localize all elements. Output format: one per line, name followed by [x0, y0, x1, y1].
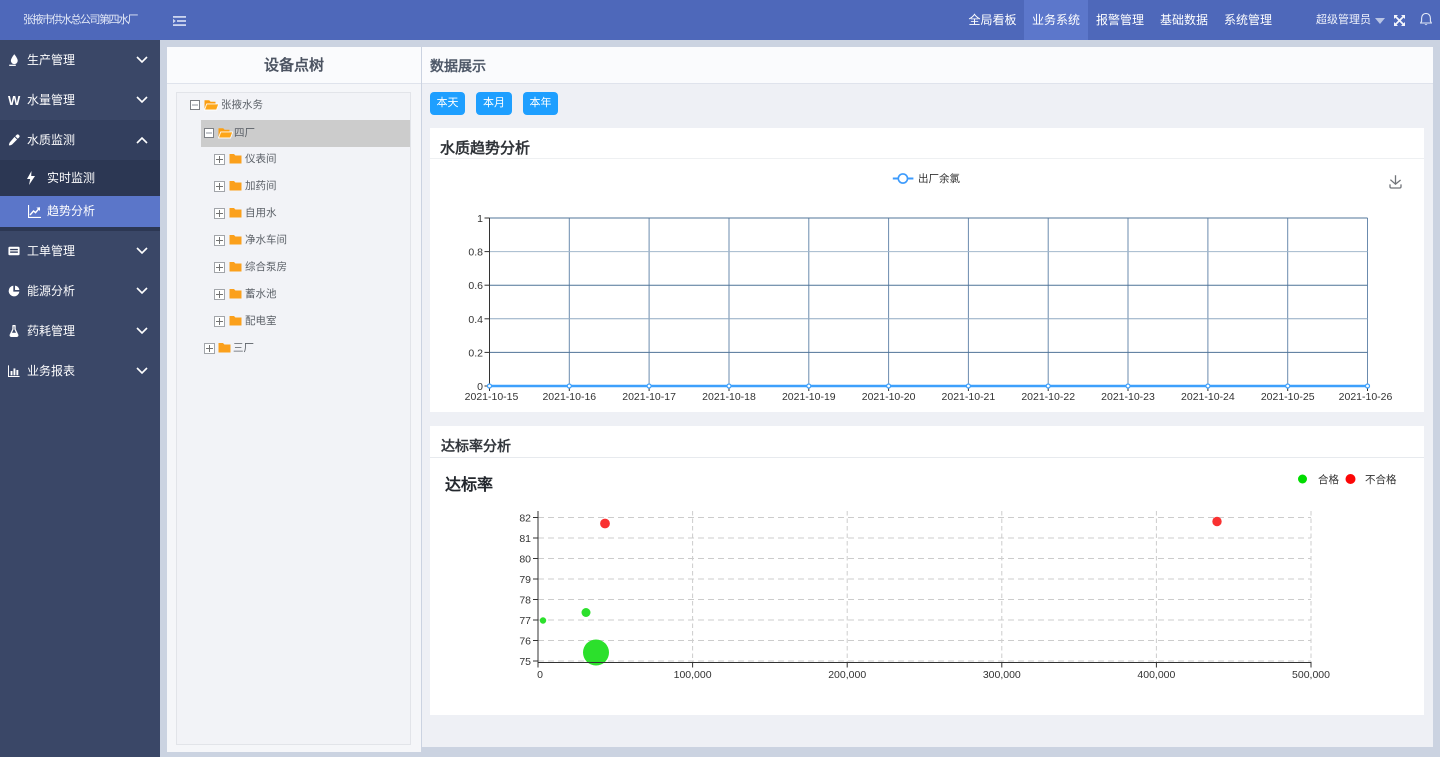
- svg-text:0.8: 0.8: [468, 247, 483, 259]
- svg-text:77: 77: [519, 615, 531, 627]
- svg-text:2021-10-26: 2021-10-26: [1339, 391, 1393, 403]
- svg-text:82: 82: [519, 512, 531, 524]
- svg-text:0.6: 0.6: [468, 280, 483, 292]
- svg-text:合格: 合格: [1318, 472, 1340, 485]
- svg-text:400,000: 400,000: [1137, 669, 1175, 681]
- svg-text:2021-10-22: 2021-10-22: [1021, 391, 1075, 403]
- svg-text:2021-10-23: 2021-10-23: [1101, 391, 1155, 403]
- svg-text:2021-10-25: 2021-10-25: [1261, 391, 1315, 403]
- svg-text:0.2: 0.2: [468, 347, 483, 359]
- svg-text:1: 1: [477, 213, 483, 225]
- svg-text:78: 78: [519, 594, 531, 606]
- svg-text:2021-10-18: 2021-10-18: [702, 391, 756, 403]
- svg-text:100,000: 100,000: [674, 669, 712, 681]
- svg-text:2021-10-20: 2021-10-20: [862, 391, 916, 403]
- svg-text:2021-10-16: 2021-10-16: [542, 391, 596, 403]
- svg-text:500,000: 500,000: [1292, 669, 1330, 681]
- svg-text:300,000: 300,000: [983, 669, 1021, 681]
- svg-text:2021-10-19: 2021-10-19: [782, 391, 836, 403]
- svg-text:81: 81: [519, 533, 531, 545]
- svg-text:80: 80: [519, 553, 531, 565]
- svg-text:76: 76: [519, 635, 531, 647]
- svg-text:2021-10-15: 2021-10-15: [465, 391, 519, 403]
- svg-text:2021-10-17: 2021-10-17: [622, 391, 676, 403]
- svg-text:75: 75: [519, 656, 531, 668]
- svg-text:0.4: 0.4: [468, 314, 483, 326]
- svg-text:出厂余氯: 出厂余氯: [918, 172, 960, 185]
- svg-text:79: 79: [519, 574, 531, 586]
- svg-text:2021-10-24: 2021-10-24: [1181, 391, 1235, 403]
- svg-text:200,000: 200,000: [828, 669, 866, 681]
- svg-text:2021-10-21: 2021-10-21: [942, 391, 996, 403]
- svg-text:0: 0: [537, 669, 543, 681]
- svg-text:不合格: 不合格: [1365, 472, 1397, 485]
